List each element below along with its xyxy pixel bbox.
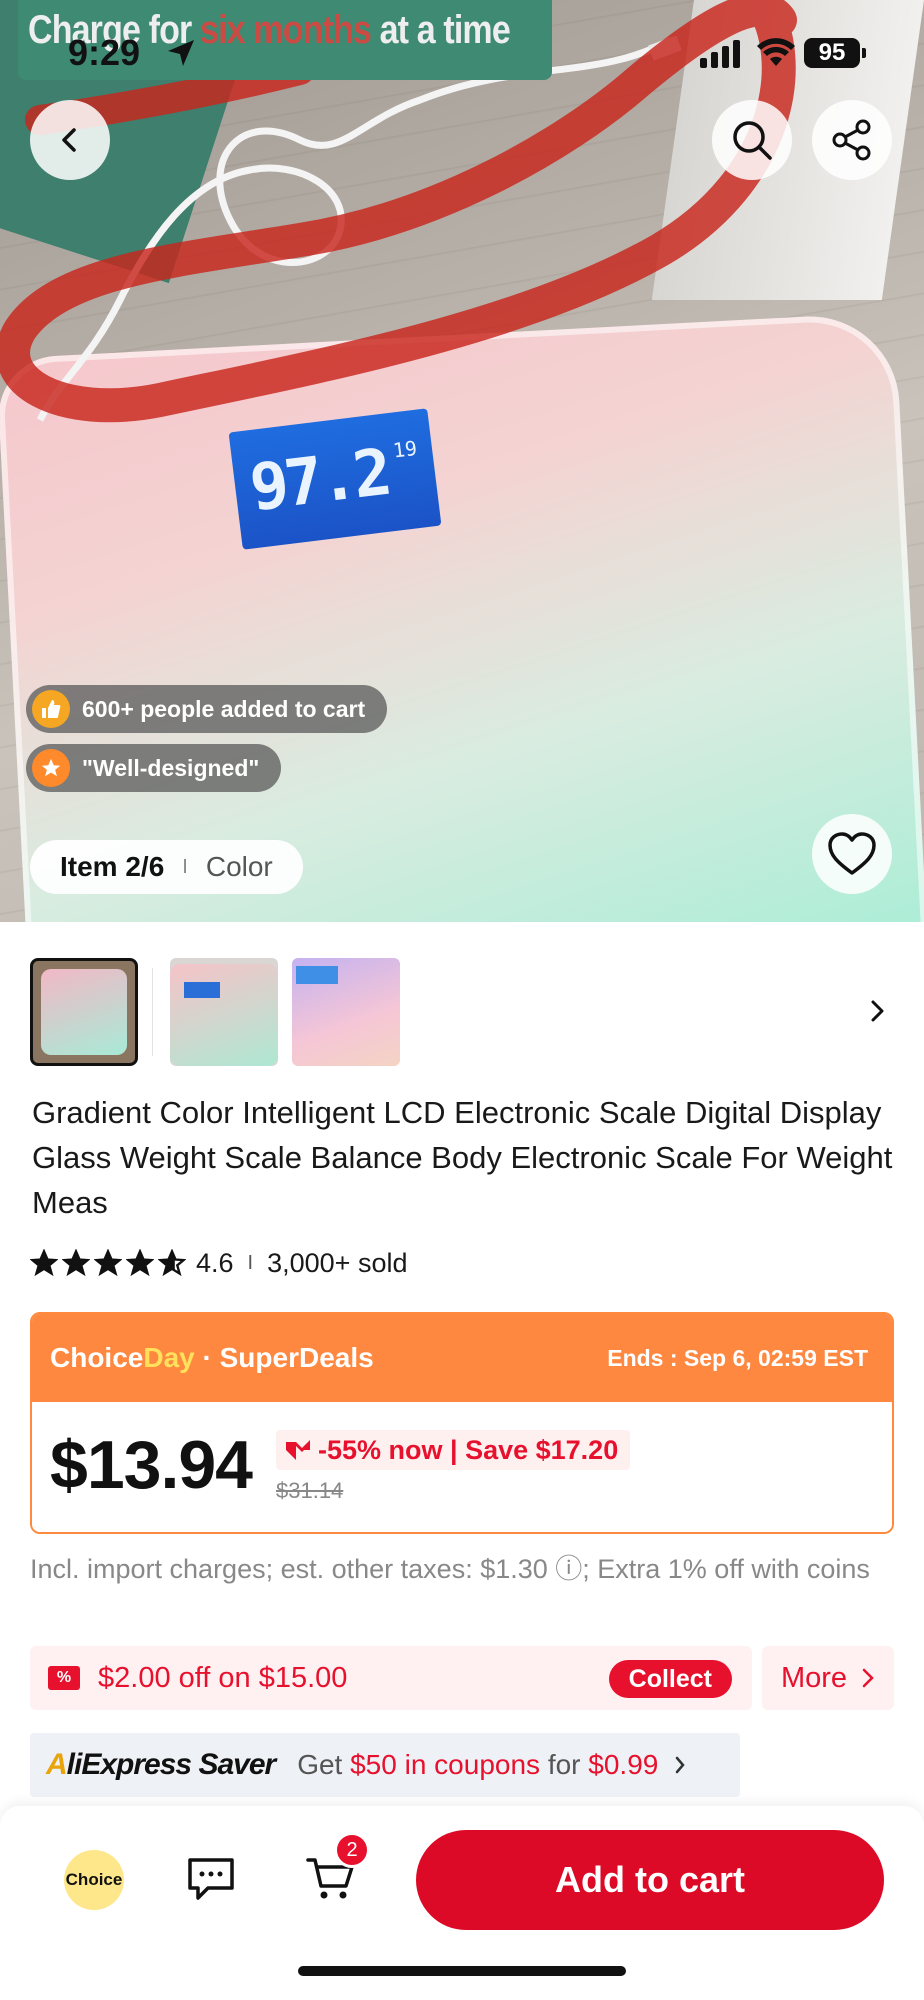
saver-logo-saver: Saver	[198, 1748, 276, 1781]
thumbnail-2[interactable]	[170, 958, 278, 1066]
current-price: $13.94	[50, 1427, 253, 1503]
saver-logo-text: liExpress	[66, 1748, 199, 1781]
share-icon	[832, 119, 871, 161]
social-proof-text: 600+ people added to cart	[82, 695, 366, 722]
chevron-right-icon	[862, 1668, 874, 1688]
saver-logo-a: A	[46, 1748, 68, 1781]
social-proof-review-tag: "Well-designed"	[26, 744, 282, 792]
superdeals-header: ChoiceDay · SuperDeals Ends : Sep 6, 02:…	[32, 1314, 892, 1402]
star-icon	[32, 749, 70, 787]
add-to-cart-button[interactable]: Add to cart	[416, 1830, 884, 1930]
status-bar: 9:29 95	[0, 28, 924, 78]
aliexpress-saver-banner[interactable]: AliExpress Saver Get $50 in coupons for …	[30, 1733, 740, 1797]
coupon-text: $2.00 off on $15.00	[98, 1661, 348, 1694]
social-proof-added-to-cart: 600+ people added to cart	[26, 685, 388, 733]
back-button[interactable]	[30, 100, 110, 180]
coupon-row[interactable]: % $2.00 off on $15.00 Collect	[30, 1646, 752, 1710]
cart-count-badge: 2	[334, 1832, 370, 1868]
search-button[interactable]	[712, 100, 792, 180]
star-icon	[94, 1249, 122, 1277]
star-icon	[126, 1249, 154, 1277]
item-pill-separator: I	[182, 855, 188, 878]
rating-stars	[30, 1249, 186, 1277]
superdeals-card: ChoiceDay · SuperDeals Ends : Sep 6, 02:…	[30, 1312, 894, 1534]
superdeals-body: $13.94 -55% now | Save $17.20 $31.14	[32, 1402, 892, 1532]
social-proof-text: "Well-designed"	[82, 754, 260, 781]
aliexpress-saver-logo: AliExpress Saver	[46, 1748, 276, 1782]
item-pill-label: Color	[205, 851, 273, 882]
deal-ends-time: Ends : Sep 6, 02:59 EST	[607, 1344, 868, 1371]
item-counter-pill[interactable]: Item 2/6 I Color	[30, 840, 303, 894]
chevron-right-icon	[676, 1756, 686, 1774]
thumbnail-lcd	[296, 966, 338, 984]
product-image-gallery[interactable]: 97.2 19 Charge for six months at a time …	[0, 0, 924, 922]
sold-count: 3,000+ sold	[267, 1247, 408, 1278]
collect-button[interactable]: Collect	[608, 1660, 732, 1698]
chevron-left-icon	[62, 128, 76, 152]
share-button[interactable]	[812, 100, 892, 180]
thumbs-up-icon	[32, 690, 70, 728]
cellular-signal-icon	[700, 40, 740, 68]
home-indicator	[298, 1966, 626, 1976]
brand-choice: Choice	[50, 1342, 144, 1373]
wifi-icon	[757, 38, 795, 66]
star-icon	[62, 1249, 90, 1277]
discount-tag: -55% now | Save $17.20	[276, 1430, 631, 1470]
product-title: Gradient Color Intelligent LCD Electroni…	[32, 1095, 893, 1220]
thumbnail-divider	[152, 968, 153, 1056]
star-icon	[158, 1249, 186, 1277]
saver-price: $0.99	[588, 1749, 659, 1780]
search-icon	[733, 121, 772, 160]
thumbnail-lcd	[184, 982, 220, 998]
status-time: 9:29	[68, 32, 141, 73]
choiceday-brand: ChoiceDay · SuperDeals	[50, 1342, 374, 1374]
rating-value: 4.6	[196, 1247, 234, 1278]
thumbnail-image	[170, 964, 278, 1066]
saver-amount: $50 in coupons	[350, 1749, 541, 1780]
thumbnail-1[interactable]	[30, 958, 138, 1066]
thumbnail-image	[41, 969, 127, 1055]
price-drop-icon	[286, 1440, 310, 1460]
thumbnail-3[interactable]	[292, 958, 400, 1066]
saver-for: for	[540, 1749, 589, 1780]
wishlist-button[interactable]	[812, 814, 892, 894]
original-price: $31.14	[276, 1478, 344, 1503]
rating-row[interactable]: 4.6 I 3,000+ sold	[30, 1246, 407, 1280]
tax-note: Incl. import charges; est. other taxes: …	[30, 1554, 870, 1584]
discount-text: -55% now | Save $17.20	[318, 1434, 619, 1465]
chevron-right-icon[interactable]	[862, 996, 892, 1026]
more-label: More	[780, 1661, 848, 1694]
battery-indicator: 95	[804, 38, 866, 68]
brand-superdeals: · SuperDeals	[194, 1342, 374, 1373]
saver-get: Get	[297, 1749, 351, 1780]
coupon-icon: %	[48, 1666, 80, 1690]
brand-day: Day	[143, 1342, 195, 1373]
star-icon	[30, 1249, 58, 1277]
rating-separator: I	[247, 1251, 254, 1274]
item-counter: Item 2/6	[60, 851, 165, 882]
message-icon[interactable]	[186, 1856, 236, 1902]
heart-icon	[828, 832, 876, 875]
more-coupons-button[interactable]: More	[762, 1646, 894, 1710]
choice-store-button[interactable]: Choice	[64, 1850, 124, 1910]
location-arrow-icon	[168, 40, 194, 66]
